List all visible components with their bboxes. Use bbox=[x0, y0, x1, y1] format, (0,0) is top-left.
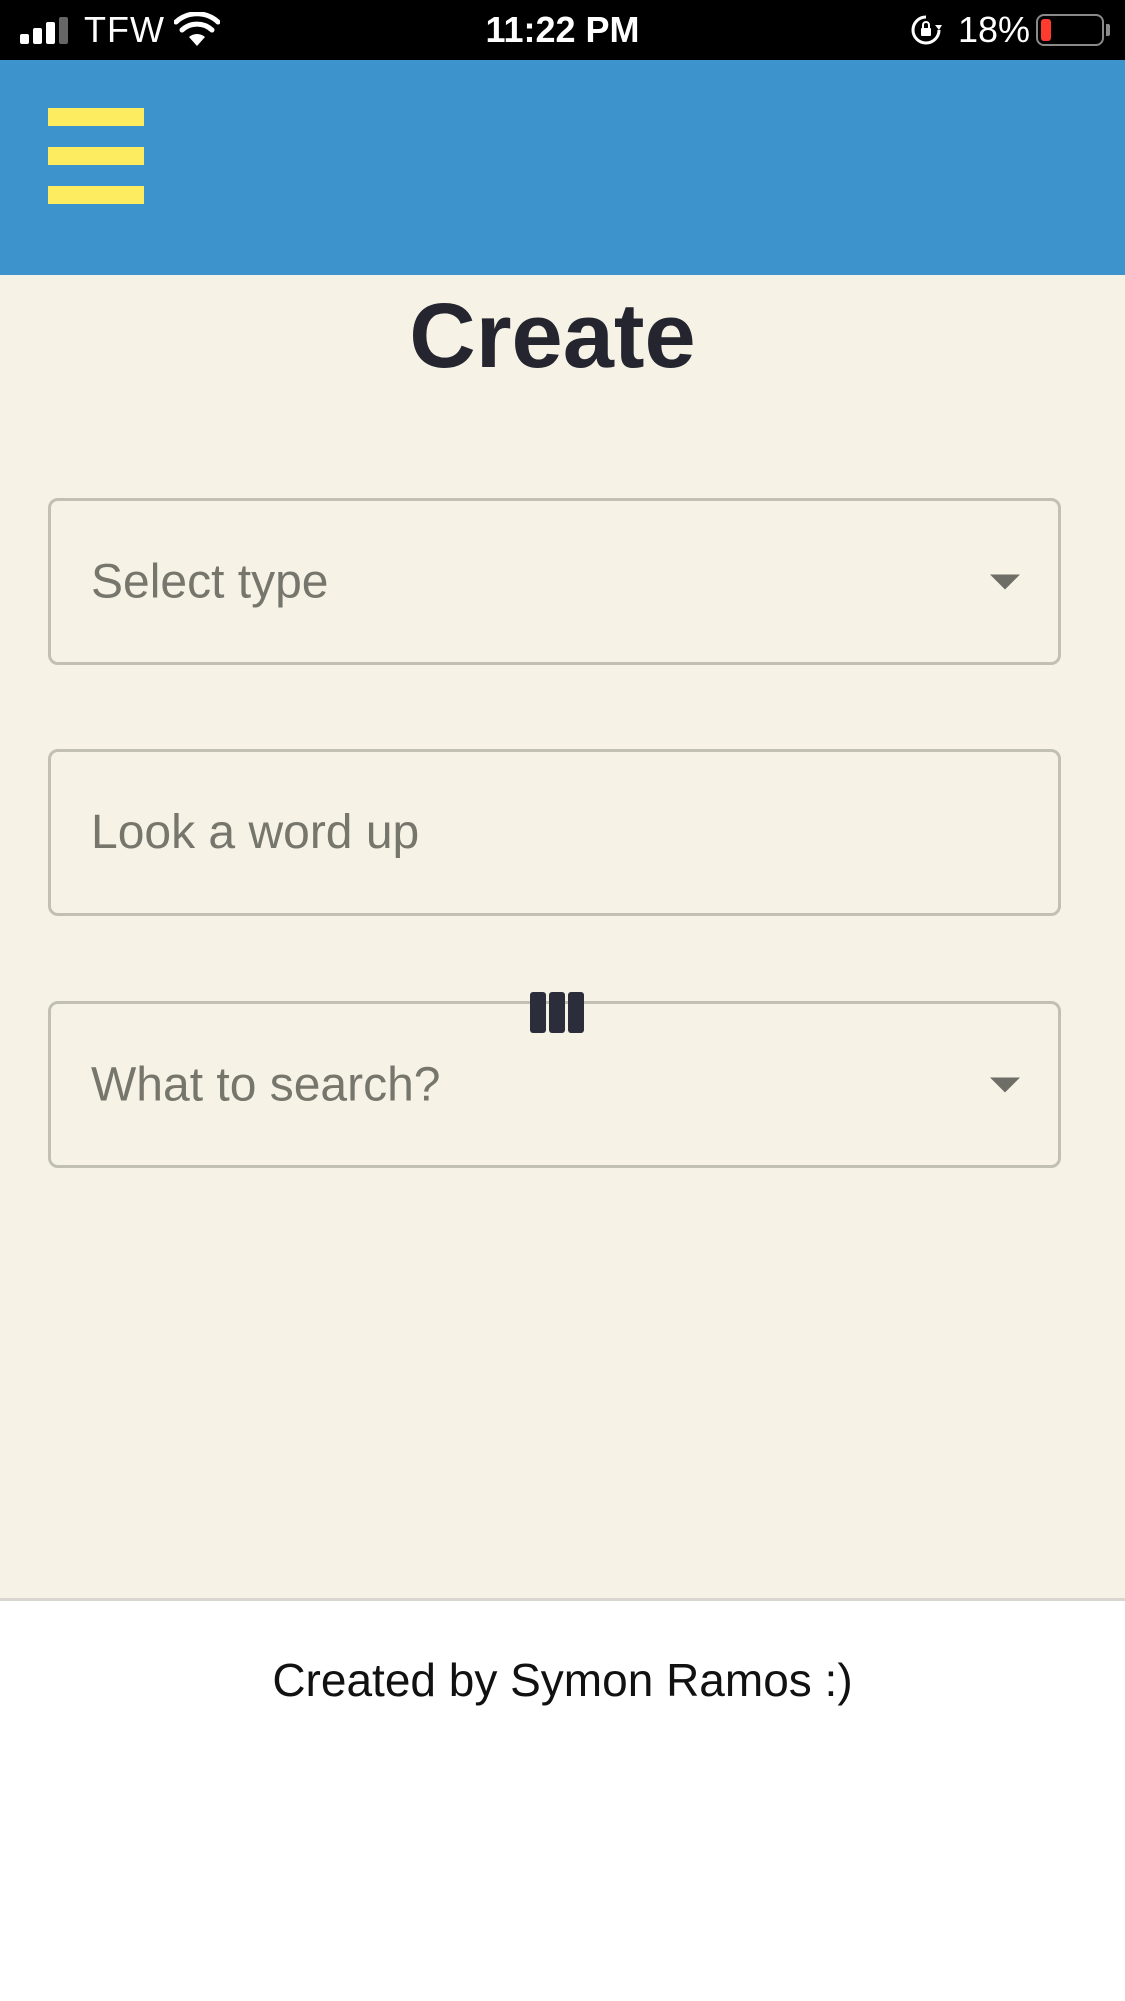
footer: Created by Symon Ramos :) bbox=[0, 1598, 1125, 2001]
battery-percentage: 18% bbox=[958, 9, 1031, 50]
page-title: Create bbox=[409, 285, 696, 387]
word-lookup-input[interactable] bbox=[51, 752, 1058, 913]
chevron-down-icon bbox=[990, 1077, 1020, 1092]
word-lookup-field[interactable] bbox=[48, 749, 1061, 916]
search-target-placeholder: What to search? bbox=[91, 1058, 441, 1111]
app-header bbox=[0, 60, 1125, 275]
main-content: Create Select type What to search? bbox=[0, 275, 1125, 1598]
loading-bars-icon bbox=[530, 992, 584, 1033]
status-bar: TFW 11:22 PM 18% bbox=[0, 0, 1125, 60]
battery-icon bbox=[1036, 14, 1104, 46]
battery-nub bbox=[1106, 24, 1110, 36]
chevron-down-icon bbox=[990, 574, 1020, 589]
status-time: 11:22 PM bbox=[485, 9, 640, 50]
orientation-lock-icon bbox=[911, 15, 942, 45]
hamburger-menu-icon[interactable] bbox=[48, 108, 144, 204]
footer-credit: Created by Symon Ramos :) bbox=[272, 1654, 853, 1706]
select-type-dropdown[interactable]: Select type bbox=[48, 498, 1061, 665]
select-type-placeholder: Select type bbox=[91, 555, 329, 608]
